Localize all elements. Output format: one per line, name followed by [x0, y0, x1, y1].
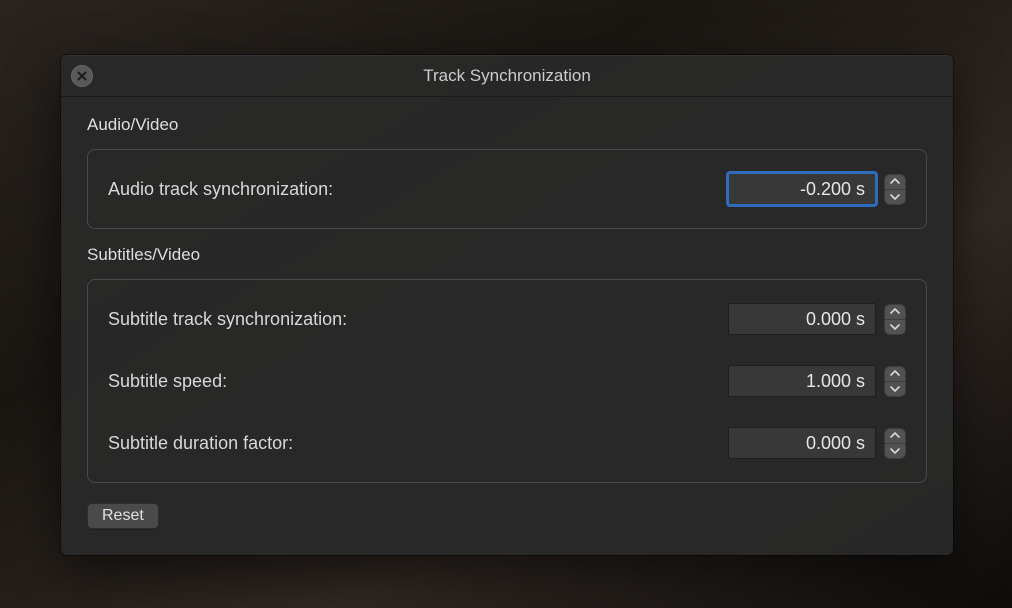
stepper-up-audio-sync[interactable] [884, 174, 906, 190]
stepper-up-subtitle-speed[interactable] [884, 366, 906, 382]
stepper-subtitle-sync[interactable] [884, 304, 906, 335]
input-wrap-subtitle-sync [728, 303, 906, 335]
row-subtitle-sync: Subtitle track synchronization: [108, 288, 906, 350]
input-subtitle-sync[interactable] [728, 303, 876, 335]
stepper-down-audio-sync[interactable] [884, 190, 906, 205]
reset-button[interactable]: Reset [87, 503, 159, 529]
dialog-content: Audio/Video Audio track synchronization: [61, 97, 953, 555]
track-sync-dialog: Track Synchronization Audio/Video Audio … [61, 55, 953, 555]
stepper-audio-sync[interactable] [884, 174, 906, 205]
chevron-up-icon [890, 178, 900, 184]
chevron-up-icon [890, 370, 900, 376]
section-label-audio-video: Audio/Video [87, 115, 927, 135]
row-audio-sync: Audio track synchronization: [108, 158, 906, 220]
group-subtitles-video: Subtitle track synchronization: Subtitle… [87, 279, 927, 483]
stepper-subtitle-duration[interactable] [884, 428, 906, 459]
input-subtitle-duration[interactable] [728, 427, 876, 459]
chevron-up-icon [890, 308, 900, 314]
stepper-down-subtitle-speed[interactable] [884, 382, 906, 397]
chevron-down-icon [890, 324, 900, 330]
label-subtitle-speed: Subtitle speed: [108, 371, 227, 392]
close-button[interactable] [71, 65, 93, 87]
titlebar: Track Synchronization [61, 55, 953, 97]
chevron-up-icon [890, 432, 900, 438]
stepper-up-subtitle-sync[interactable] [884, 304, 906, 320]
stepper-subtitle-speed[interactable] [884, 366, 906, 397]
chevron-down-icon [890, 386, 900, 392]
label-subtitle-sync: Subtitle track synchronization: [108, 309, 347, 330]
input-wrap-subtitle-speed [728, 365, 906, 397]
label-audio-sync: Audio track synchronization: [108, 179, 333, 200]
stepper-up-subtitle-duration[interactable] [884, 428, 906, 444]
stepper-down-subtitle-duration[interactable] [884, 444, 906, 459]
chevron-down-icon [890, 194, 900, 200]
close-icon [77, 71, 87, 81]
reset-row: Reset [87, 503, 927, 529]
row-subtitle-duration: Subtitle duration factor: [108, 412, 906, 474]
chevron-down-icon [890, 448, 900, 454]
row-subtitle-speed: Subtitle speed: [108, 350, 906, 412]
stepper-down-subtitle-sync[interactable] [884, 320, 906, 335]
input-subtitle-speed[interactable] [728, 365, 876, 397]
group-audio-video: Audio track synchronization: [87, 149, 927, 229]
dialog-title: Track Synchronization [423, 66, 591, 86]
section-label-subtitles-video: Subtitles/Video [87, 245, 927, 265]
input-wrap-audio-sync [728, 173, 906, 205]
label-subtitle-duration: Subtitle duration factor: [108, 433, 293, 454]
input-audio-sync[interactable] [728, 173, 876, 205]
input-wrap-subtitle-duration [728, 427, 906, 459]
